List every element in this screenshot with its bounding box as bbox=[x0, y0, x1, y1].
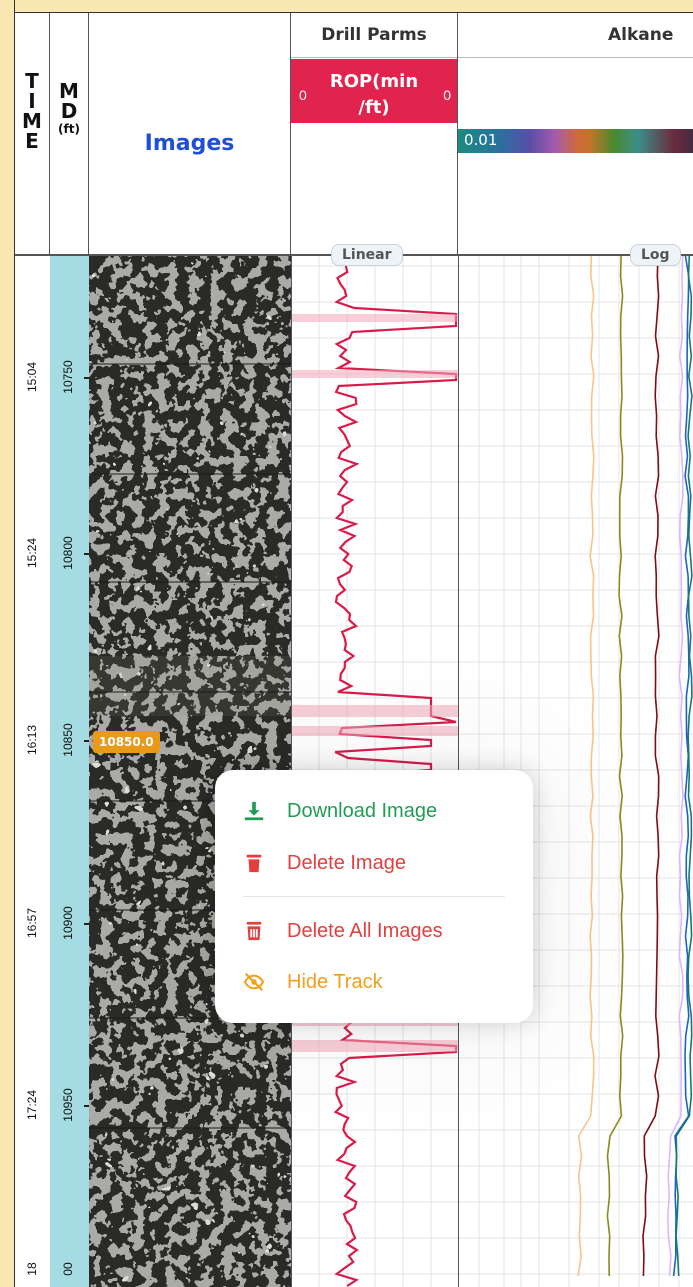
hide-track-menu-item[interactable]: Hide Track bbox=[243, 967, 383, 997]
time-label: 16:57 bbox=[25, 907, 39, 939]
images-track-header[interactable]: Images bbox=[89, 13, 291, 256]
time-track bbox=[15, 256, 51, 1287]
frame-top bbox=[0, 0, 693, 13]
drill-parms-title: Drill Parms bbox=[291, 13, 457, 58]
time-letter: M bbox=[22, 109, 42, 133]
depth-tag[interactable]: 10850.0 bbox=[93, 731, 160, 753]
hc3-curve-chip[interactable]: HC3 bbox=[612, 69, 693, 99]
hc6-label: HC6 bbox=[464, 105, 498, 123]
md-track bbox=[50, 256, 90, 1287]
rop-scale-min: 0 bbox=[299, 87, 307, 103]
log-scale-badge[interactable]: Log bbox=[630, 244, 681, 266]
alkane-curve bbox=[675, 256, 693, 1277]
md-letter: D bbox=[60, 99, 78, 123]
time-label: 16:13 bbox=[25, 724, 39, 756]
menu-item-label: Delete All Images bbox=[287, 919, 443, 942]
time-letter: T bbox=[25, 69, 39, 93]
rop-event-band bbox=[291, 726, 458, 736]
trash-icon bbox=[246, 854, 262, 873]
delete-image-menu-item[interactable]: Delete Image bbox=[243, 848, 406, 878]
md-label: 10750 bbox=[61, 360, 75, 394]
images-title: Images bbox=[144, 131, 235, 156]
delete-all-images-menu-item[interactable]: Delete All Images bbox=[243, 916, 443, 946]
hc1-label: HC1 bbox=[464, 75, 498, 93]
time-label: 18 bbox=[25, 1262, 39, 1276]
linear-scale-badge[interactable]: Linear bbox=[331, 244, 403, 266]
md-label: 00 bbox=[61, 1262, 75, 1276]
hc1-curve-chip[interactable]: HC1 bbox=[458, 69, 535, 99]
menu-divider bbox=[243, 896, 505, 897]
rop-event-band bbox=[291, 370, 458, 378]
hc-color-scale: 0.01 bbox=[458, 129, 693, 153]
time-letter: E bbox=[25, 129, 39, 153]
md-label: 10850 bbox=[61, 723, 75, 757]
download-icon bbox=[244, 801, 264, 821]
time-label: 15:24 bbox=[25, 537, 39, 569]
hc6-curve-chip[interactable]: HC6 bbox=[458, 99, 535, 129]
rop-label: ROP(min /ft) bbox=[329, 71, 419, 118]
time-label: 17:24 bbox=[25, 1089, 39, 1121]
md-label: 10950 bbox=[61, 1088, 75, 1122]
md-label: 10900 bbox=[61, 906, 75, 940]
hc8-curve-chip[interactable]: HC8 bbox=[612, 99, 693, 129]
menu-item-label: Hide Track bbox=[287, 970, 383, 993]
context-menu: Download Image Delete Image Delete All I… bbox=[215, 770, 533, 1023]
time-column-header: T I M E bbox=[15, 13, 50, 256]
md-unit: (ft) bbox=[58, 122, 80, 136]
drill-parms-track-header[interactable]: Drill Parms 0 0 ROP(min /ft) bbox=[291, 13, 458, 256]
mudlog-viewer: T I M E M D (ft) Images Drill Parms 0 0 … bbox=[0, 0, 693, 1287]
hc7-curve-chip[interactable]: HC7 bbox=[535, 99, 612, 129]
hc3-label: HC3 bbox=[618, 75, 652, 93]
trash-all-icon bbox=[246, 921, 262, 941]
menu-item-label: Delete Image bbox=[287, 851, 406, 874]
rop-event-band bbox=[291, 1040, 458, 1052]
eye-slash-icon bbox=[243, 972, 265, 992]
md-letter: M bbox=[59, 79, 79, 103]
menu-item-label: Download Image bbox=[287, 799, 438, 822]
time-letter: I bbox=[28, 89, 36, 113]
alkane-curve bbox=[666, 256, 684, 1277]
hc7-label: HC7 bbox=[541, 105, 575, 123]
frame-left bbox=[0, 0, 15, 1287]
hc8-label: HC8 bbox=[618, 105, 652, 123]
rop-scale-max: 0 bbox=[443, 87, 451, 103]
rop-event-band bbox=[291, 705, 458, 717]
alkane-curve bbox=[606, 256, 624, 1277]
alkane-curve bbox=[577, 256, 595, 1277]
scale-min-label: 0.01 bbox=[464, 131, 498, 149]
rop-event-band bbox=[291, 314, 458, 322]
md-label: 10800 bbox=[61, 536, 75, 570]
alkane-track-header[interactable]: Alkane HC1 HC2 HC3 HC6 HC7 HC8 0.01 bbox=[458, 13, 693, 256]
alkane-title: Alkane bbox=[458, 13, 693, 58]
rop-curve-header[interactable]: 0 0 ROP(min /ft) bbox=[291, 59, 457, 123]
hc2-label: HC2 bbox=[541, 75, 575, 93]
time-label: 15:04 bbox=[25, 361, 39, 393]
download-image-menu-item[interactable]: Download Image bbox=[243, 796, 437, 826]
hc2-curve-chip[interactable]: HC2 bbox=[535, 69, 612, 99]
alkane-curve bbox=[642, 256, 660, 1277]
md-column-header: M D (ft) bbox=[50, 13, 89, 256]
